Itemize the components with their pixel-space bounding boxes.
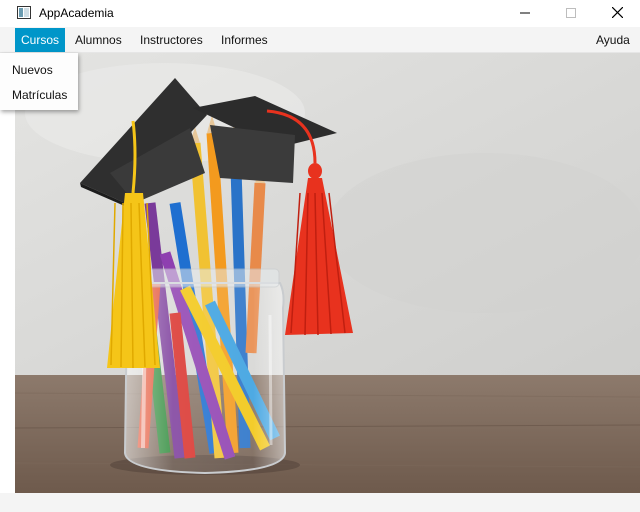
cursos-dropdown-menu: Nuevos Matrículas (0, 53, 78, 110)
close-button[interactable] (594, 0, 640, 27)
menu-alumnos[interactable]: Alumnos (69, 28, 128, 52)
menu-cursos[interactable]: Cursos (15, 28, 66, 52)
menu-informes[interactable]: Informes (215, 28, 274, 52)
minimize-button[interactable] (502, 0, 548, 27)
maximize-icon (566, 7, 576, 21)
menu-instructores[interactable]: Instructores (134, 28, 209, 52)
minimize-icon (520, 7, 530, 21)
status-strip (0, 493, 640, 512)
menu-item-matriculas[interactable]: Matrículas (12, 88, 67, 102)
menu-item-nuevos[interactable]: Nuevos (12, 63, 53, 77)
app-window-icon (17, 6, 31, 19)
main-content-image (15, 53, 640, 493)
menu-bar: Cursos Alumnos Instructores Informes Ayu… (0, 27, 640, 53)
graduation-pencils-photo (15, 53, 640, 493)
maximize-button[interactable] (548, 0, 594, 27)
title-bar: AppAcademia (0, 0, 640, 27)
menu-ayuda[interactable]: Ayuda (590, 28, 636, 52)
close-icon (611, 6, 623, 21)
window-title: AppAcademia (39, 6, 114, 20)
